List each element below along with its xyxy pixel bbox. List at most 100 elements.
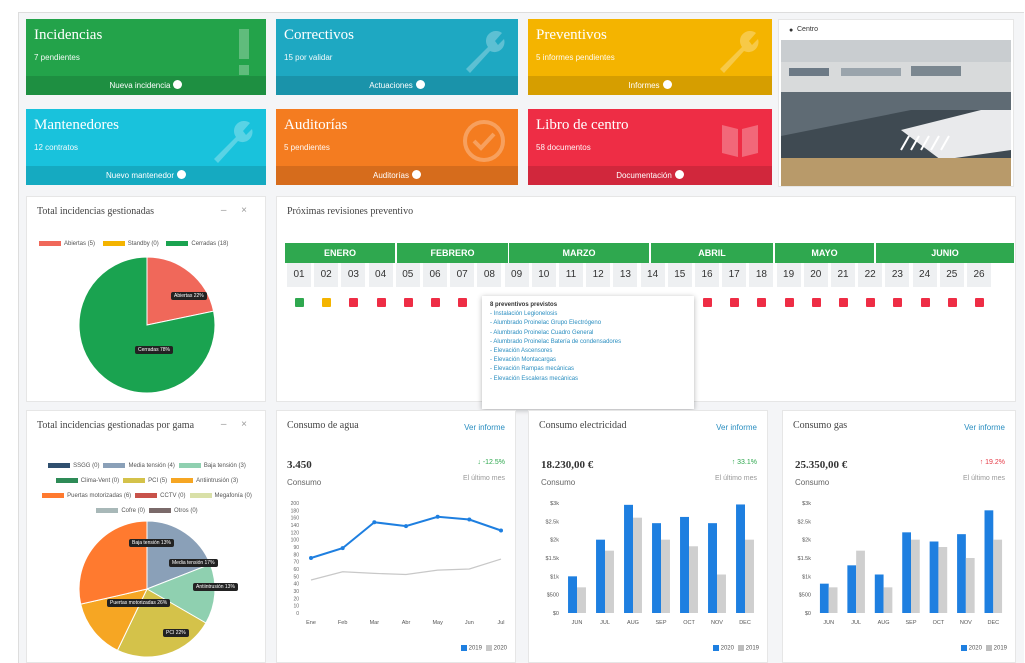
calendar-day[interactable]: 26 (967, 263, 991, 287)
centro-card[interactable]: ● Centro (778, 19, 1014, 187)
bar[interactable] (929, 541, 939, 614)
card-controls[interactable]: – × (221, 205, 253, 216)
calendar-day[interactable]: 13 (613, 263, 638, 287)
preventivo-status-marker[interactable] (947, 298, 957, 307)
preventivo-status-marker[interactable] (866, 298, 876, 307)
preventivo-status-marker[interactable] (458, 298, 468, 307)
bar[interactable] (902, 532, 911, 613)
calendar-day[interactable]: 16 (695, 263, 719, 287)
preventivo-status-marker[interactable] (703, 298, 712, 307)
calendar-day[interactable]: 25 (939, 263, 964, 287)
calendar-day[interactable]: 20 (803, 263, 828, 287)
bar[interactable] (596, 539, 605, 613)
card-controls[interactable]: – × (221, 419, 253, 430)
calendar-day[interactable]: 24 (912, 263, 937, 287)
calendar-day[interactable]: 14 (640, 263, 665, 287)
bar[interactable] (633, 517, 642, 613)
bar[interactable] (828, 587, 838, 613)
preventivo-status-marker[interactable] (730, 298, 740, 307)
tile-5[interactable]: Libro de centro 58 documentos Documentació… (528, 109, 772, 185)
bar[interactable] (661, 539, 670, 613)
bar[interactable] (624, 504, 633, 613)
tile-1[interactable]: Correctivos 15 por validar Actuaciones (276, 19, 518, 95)
calendar-day[interactable]: 18 (749, 263, 774, 287)
data-point[interactable] (340, 546, 345, 551)
tile-footer-link[interactable]: Auditorías (276, 166, 518, 185)
calendar-day[interactable]: 11 (559, 263, 583, 287)
tile-footer-link[interactable]: Nueva incidencia (26, 76, 266, 95)
calendar-day[interactable]: 05 (395, 263, 420, 287)
preventivo-status-marker[interactable] (757, 298, 767, 307)
bar[interactable] (819, 583, 829, 613)
calendar-day[interactable]: 04 (368, 263, 393, 287)
data-point[interactable] (467, 517, 472, 522)
popup-item[interactable]: - Instalación Legionelosis (490, 310, 686, 319)
preventivo-status-marker[interactable] (322, 298, 332, 307)
bar[interactable] (883, 587, 893, 613)
calendar-day[interactable]: 19 (776, 263, 801, 287)
preventivo-status-marker[interactable] (811, 298, 821, 307)
calendar-day[interactable]: 22 (858, 263, 883, 287)
bar[interactable] (965, 558, 975, 613)
preventivo-status-marker[interactable] (295, 298, 304, 307)
gas-ver-informe-link[interactable]: Ver informe (964, 423, 1005, 432)
bar[interactable] (957, 534, 966, 613)
calendar-day[interactable]: 21 (831, 263, 855, 287)
calendar-day[interactable]: 07 (450, 263, 475, 287)
bar[interactable] (577, 587, 586, 613)
popup-item[interactable]: - Elevación Ascensores (490, 347, 686, 356)
data-point[interactable] (435, 514, 440, 519)
pie-slice[interactable] (78, 520, 148, 605)
preventivo-status-marker[interactable] (403, 298, 413, 307)
preventivo-status-marker[interactable] (349, 298, 359, 307)
popup-item[interactable]: - Alumbrado Proinelac Batería de condens… (490, 338, 686, 347)
preventivo-status-marker[interactable] (920, 298, 930, 307)
calendar-day[interactable]: 09 (504, 263, 529, 287)
bar[interactable] (938, 547, 948, 613)
bar[interactable] (689, 546, 698, 613)
bar[interactable] (680, 516, 689, 613)
preventivo-status-marker[interactable] (376, 298, 386, 307)
popup-item[interactable]: - Alumbrado Proinelac Grupo Electrógeno (490, 319, 686, 328)
calendar-day[interactable]: 12 (586, 263, 611, 287)
elec-ver-informe-link[interactable]: Ver informe (716, 423, 757, 432)
bar[interactable] (717, 574, 726, 614)
preventivo-status-marker[interactable] (975, 298, 984, 307)
preventivo-status-marker[interactable] (839, 298, 848, 307)
calendar-day[interactable]: 15 (667, 263, 692, 287)
calendar-day[interactable]: 10 (531, 263, 556, 287)
bar[interactable] (568, 576, 577, 613)
tile-footer-link[interactable]: Actuaciones (276, 76, 518, 95)
preventivo-status-marker[interactable] (431, 298, 440, 307)
preventivo-status-marker[interactable] (784, 298, 794, 307)
preventivo-status-marker[interactable] (893, 298, 903, 307)
calendar-day[interactable]: 01 (287, 263, 311, 287)
agua-ver-informe-link[interactable]: Ver informe (464, 423, 505, 432)
calendar-day[interactable]: 06 (423, 263, 447, 287)
bar[interactable] (993, 539, 1003, 613)
tile-2[interactable]: Preventivos 5 informes pendientes Informes (528, 19, 772, 95)
bar[interactable] (984, 510, 994, 613)
data-point[interactable] (309, 556, 313, 560)
calendar-day[interactable]: 03 (341, 263, 366, 287)
bar[interactable] (874, 574, 884, 614)
calendar-day[interactable]: 02 (314, 263, 339, 287)
tile-footer-link[interactable]: Documentación (528, 166, 772, 185)
tile-3[interactable]: Mantenedores 12 contratos Nuevo mantenedor (26, 109, 266, 185)
popup-item[interactable]: - Elevación Rampas mecánicas (490, 365, 686, 374)
popup-item[interactable]: - Elevación Escaleras mecánicas (490, 375, 686, 384)
data-point[interactable] (499, 528, 503, 533)
tile-0[interactable]: Incidencias 7 pendientes Nueva incidencia (26, 19, 266, 95)
data-point[interactable] (372, 520, 377, 525)
tile-4[interactable]: Auditorías 5 pendientes Auditorías (276, 109, 518, 185)
bar[interactable] (605, 550, 614, 613)
calendar-day[interactable]: 17 (722, 263, 747, 287)
bar[interactable] (745, 539, 754, 613)
bar[interactable] (652, 523, 661, 613)
calendar-day[interactable]: 08 (477, 263, 502, 287)
tile-footer-link[interactable]: Informes (528, 76, 772, 95)
data-point[interactable] (404, 524, 408, 529)
bar[interactable] (856, 550, 865, 613)
tile-footer-link[interactable]: Nuevo mantenedor (26, 166, 266, 185)
popup-item[interactable]: - Alumbrado Proinelac Cuadro General (490, 329, 686, 338)
